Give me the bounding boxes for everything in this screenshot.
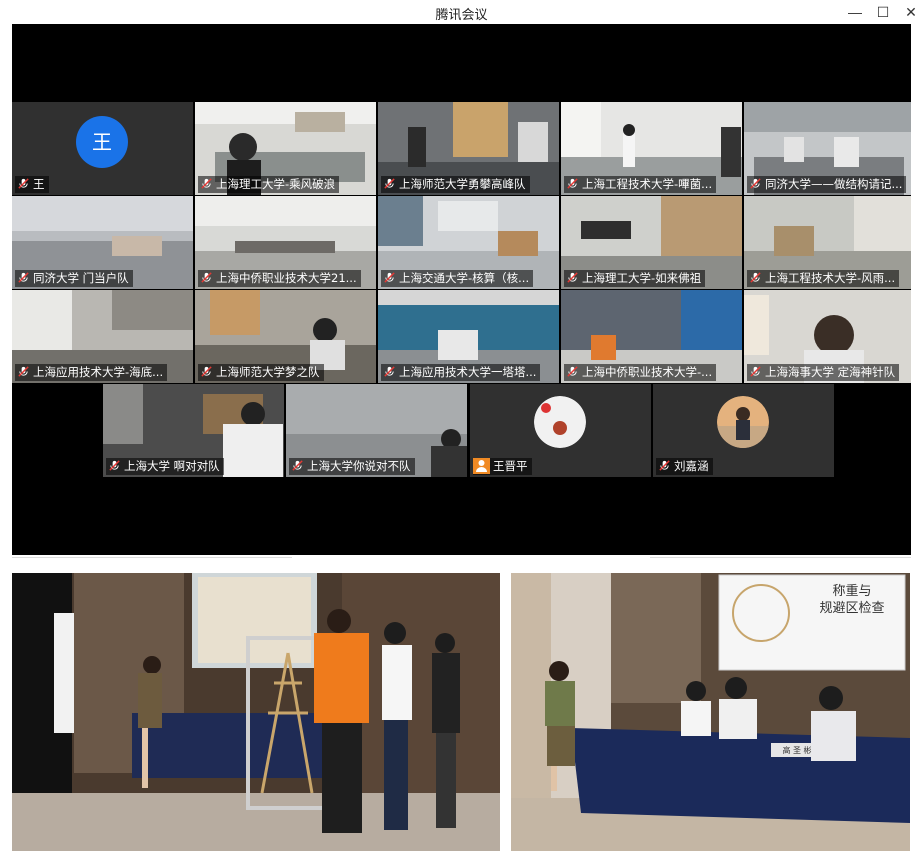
- participant-name: 刘嘉涵: [656, 458, 713, 475]
- minimize-button[interactable]: —: [843, 2, 867, 22]
- participant-avatar: [717, 396, 769, 448]
- participant-tile-5[interactable]: 同济大学——做结构请记...: [744, 102, 911, 195]
- divider: [650, 557, 911, 558]
- person-icon: [473, 458, 490, 474]
- mic-muted-icon: [18, 272, 29, 283]
- participant-name: 上海应用技术大学一塔塔...: [381, 364, 541, 381]
- participant-name: 上海中侨职业技术大学21...: [198, 270, 361, 287]
- maximize-button[interactable]: ☐: [871, 2, 895, 22]
- participant-tile-3[interactable]: 上海师范大学勇攀高峰队: [378, 102, 559, 195]
- participant-name: 同济大学 门当户队: [15, 270, 133, 287]
- mic-muted-icon: [659, 460, 670, 471]
- participant-tile-19[interactable]: 刘嘉涵: [653, 384, 834, 477]
- mic-muted-icon: [567, 366, 578, 377]
- onsite-scene-image: [12, 573, 500, 851]
- mic-muted-icon: [201, 272, 212, 283]
- mic-muted-icon: [750, 366, 761, 377]
- participant-name: 上海海事大学 定海神针队: [747, 364, 900, 381]
- participant-name: 上海师范大学勇攀高峰队: [381, 176, 530, 193]
- title-bar: 腾讯会议 — ☐ ✕: [0, 0, 923, 24]
- meeting-video-area: 王 王 上海理工大学-乘风破浪 上海师范大学勇攀高峰队 上海工程技术大学-嗶菌.…: [12, 24, 911, 555]
- close-button[interactable]: ✕: [899, 2, 923, 22]
- mic-muted-icon: [384, 272, 395, 283]
- window-title: 腾讯会议: [435, 8, 488, 23]
- slide-title-line1: 称重与: [832, 584, 872, 599]
- participant-name: 上海理工大学-乘风破浪: [198, 176, 340, 193]
- participant-tile-13[interactable]: 上海应用技术大学一塔塔...: [378, 290, 559, 383]
- participant-tile-1[interactable]: 王 王: [12, 102, 193, 195]
- participant-tile-18[interactable]: 王晋平: [470, 384, 651, 477]
- participant-tile-11[interactable]: 上海应用技术大学-海底...: [12, 290, 193, 383]
- participant-tile-10[interactable]: 上海工程技术大学-风雨...: [744, 196, 911, 289]
- participant-tile-8[interactable]: 上海交通大学-核算（核...: [378, 196, 559, 289]
- mic-muted-icon: [18, 366, 29, 377]
- slide-title-line2: 规避区检查: [819, 601, 885, 616]
- participant-tile-14[interactable]: 上海中侨职业技术大学-...: [561, 290, 742, 383]
- mic-muted-icon: [384, 178, 395, 189]
- mic-muted-icon: [567, 178, 578, 189]
- participant-tile-15[interactable]: 上海海事大学 定海神针队: [744, 290, 911, 383]
- participant-tile-12[interactable]: 上海师范大学梦之队: [195, 290, 376, 383]
- mic-muted-icon: [109, 460, 120, 471]
- participant-tile-6[interactable]: 同济大学 门当户队: [12, 196, 193, 289]
- participant-name: 上海理工大学-如来佛祖: [564, 270, 706, 287]
- participant-avatar: 王: [76, 116, 128, 168]
- onsite-photo-left: [12, 573, 500, 851]
- mic-muted-icon: [384, 366, 395, 377]
- onsite-photo-right: 称重与 规避区检查 高 圣 彬: [511, 573, 910, 851]
- participant-avatar: [534, 396, 586, 448]
- mic-muted-icon: [292, 460, 303, 471]
- participant-name: 上海大学 啊对对队: [106, 458, 224, 475]
- mic-muted-icon: [201, 178, 212, 189]
- participant-name: 上海中侨职业技术大学-...: [564, 364, 717, 381]
- participant-name: 上海大学你说对不队: [289, 458, 415, 475]
- participant-tile-9[interactable]: 上海理工大学-如来佛祖: [561, 196, 742, 289]
- participant-name: 上海工程技术大学-嗶菌...: [564, 176, 717, 193]
- divider: [12, 557, 292, 558]
- participant-name: 王晋平: [473, 458, 532, 475]
- desk-nameplate: 高 圣 彬: [782, 746, 812, 755]
- participant-tile-17[interactable]: 上海大学你说对不队: [286, 384, 467, 477]
- participant-name: 上海应用技术大学-海底...: [15, 364, 168, 381]
- participant-tile-16[interactable]: 上海大学 啊对对队: [103, 384, 284, 477]
- mic-muted-icon: [567, 272, 578, 283]
- participant-name: 上海工程技术大学-风雨...: [747, 270, 900, 287]
- participant-name: 同济大学——做结构请记...: [747, 176, 907, 193]
- mic-muted-icon: [750, 178, 761, 189]
- participant-tile-7[interactable]: 上海中侨职业技术大学21...: [195, 196, 376, 289]
- mic-muted-icon: [201, 366, 212, 377]
- participant-tile-4[interactable]: 上海工程技术大学-嗶菌...: [561, 102, 742, 195]
- participant-tile-2[interactable]: 上海理工大学-乘风破浪: [195, 102, 376, 195]
- mic-muted-icon: [750, 272, 761, 283]
- participant-name: 上海师范大学梦之队: [198, 364, 324, 381]
- slide-title: 称重与 规避区检查: [807, 583, 897, 617]
- participant-name: 王: [15, 176, 49, 193]
- mic-muted-icon: [18, 178, 29, 189]
- participant-name: 上海交通大学-核算（核...: [381, 270, 534, 287]
